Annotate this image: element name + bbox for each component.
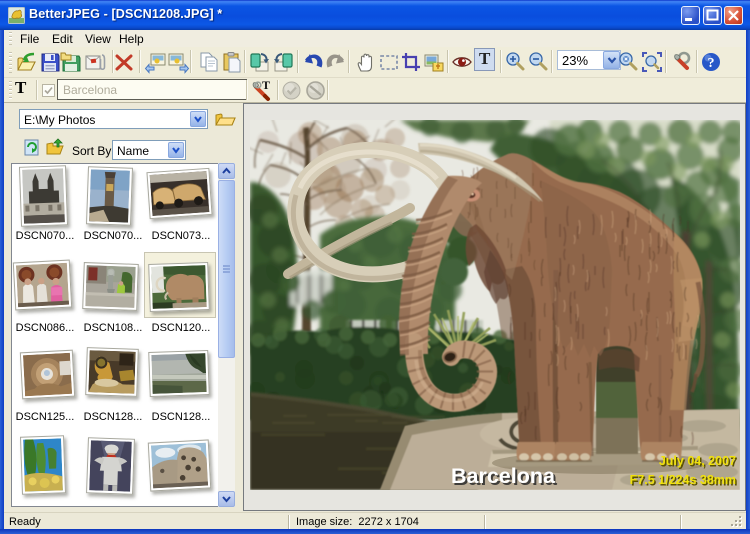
- svg-text:?: ?: [708, 56, 715, 71]
- svg-text:July 04, 2007: July 04, 2007: [659, 454, 736, 468]
- svg-text:T: T: [262, 79, 270, 92]
- svg-text:F7.5 1/224s 38mm: F7.5 1/224s 38mm: [630, 473, 736, 487]
- svg-text:Barcelona: Barcelona: [451, 464, 556, 488]
